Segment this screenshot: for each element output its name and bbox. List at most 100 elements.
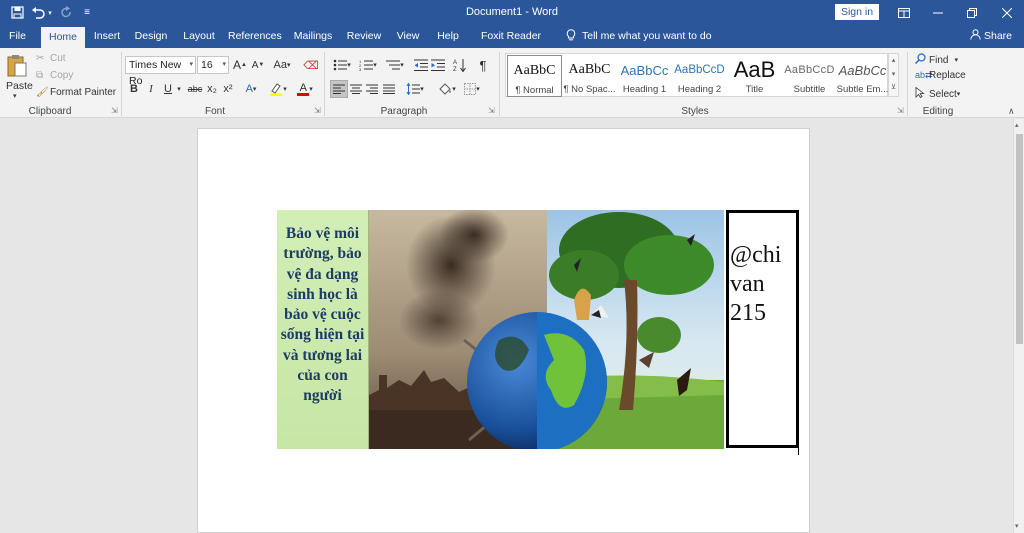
tab-mailings[interactable]: Mailings — [292, 25, 334, 48]
tab-design[interactable]: Design — [132, 25, 170, 48]
change-case-button[interactable]: Aa ▾ — [270, 56, 294, 74]
format-painter-button[interactable]: 🖌 Format Painter — [36, 87, 116, 98]
close-icon[interactable] — [990, 0, 1024, 25]
tab-foxit-reader-pdf[interactable]: Foxit Reader PDF — [474, 25, 548, 65]
paste-button[interactable]: Paste — [6, 80, 33, 92]
italic-button[interactable]: I — [142, 80, 160, 98]
text-effects-button[interactable]: A ▾ — [239, 80, 263, 98]
chevron-down-icon: ▾ — [189, 61, 193, 68]
align-left-icon[interactable] — [330, 80, 348, 98]
tab-insert[interactable]: Insert — [89, 25, 125, 48]
decrease-indent-icon[interactable] — [412, 56, 430, 74]
style-sample: AaBbC — [513, 63, 556, 78]
style-name: ¶ Normal — [515, 85, 554, 96]
cut-button[interactable]: ✂ Cut — [36, 53, 66, 64]
superscript-button[interactable]: x² — [219, 80, 237, 98]
shrink-font-button[interactable]: A ▼ — [249, 56, 267, 74]
more-styles-icon[interactable]: ⊻ — [889, 82, 898, 96]
scroll-up-arrow-icon[interactable]: ▴ — [1015, 121, 1019, 129]
replace-button[interactable]: ab⇄ Replace — [915, 70, 966, 81]
tell-me-search[interactable]: Tell me what you want to do — [566, 25, 712, 48]
shading-button[interactable]: ▾ — [435, 80, 459, 98]
underline-dropdown-icon[interactable]: ▾ — [174, 80, 184, 98]
paste-icon[interactable] — [6, 54, 28, 78]
style-no-spacing[interactable]: AaBbC ¶ No Spac... — [562, 55, 617, 97]
paragraph-group-label: Paragraph — [380, 106, 428, 117]
justify-icon[interactable] — [380, 80, 398, 98]
sign-in-button[interactable]: Sign in — [835, 4, 879, 20]
select-button[interactable]: Select ▾ — [915, 86, 960, 101]
paint-bucket-icon — [439, 82, 451, 95]
tab-home[interactable]: Home — [41, 27, 85, 48]
style-sample: AaBbCcD — [674, 64, 725, 76]
style-title[interactable]: AaB Title — [727, 55, 782, 97]
chevron-down-icon: ▾ — [222, 61, 226, 68]
highlight-color-button[interactable]: ▾ — [265, 80, 291, 98]
shrink-font-icon: A — [251, 59, 259, 71]
separator — [907, 52, 908, 116]
scroll-up-icon[interactable]: ▴ — [889, 54, 898, 68]
collapse-ribbon-icon[interactable]: ∧ — [1008, 106, 1015, 117]
grow-font-button[interactable]: A ▲ — [231, 56, 249, 74]
line-spacing-button[interactable]: ▾ — [403, 80, 427, 98]
scroll-down-arrow-icon[interactable]: ▾ — [1015, 522, 1019, 530]
multilevel-list-button[interactable]: ▾ — [383, 56, 407, 74]
share-button[interactable]: Share — [970, 25, 1012, 48]
numbering-button[interactable]: 1 2 3 ▾ — [356, 56, 380, 74]
tab-view[interactable]: View — [395, 25, 421, 48]
line-spacing-icon — [406, 83, 421, 95]
style-name: Heading 2 — [677, 84, 722, 95]
clipboard-launcher-icon[interactable]: ⇲ — [111, 106, 118, 115]
text-effects-icon: A — [245, 83, 253, 95]
watermark-panel: @chi van 215 — [724, 210, 799, 449]
tab-file[interactable]: File — [4, 25, 31, 48]
font-launcher-icon[interactable]: ⇲ — [314, 106, 321, 115]
style-heading-1[interactable]: AaBbCc Heading 1 — [617, 55, 672, 97]
font-size-combo[interactable]: 16 ▾ — [197, 56, 229, 74]
vertical-scrollbar[interactable]: ▴ ▾ — [1013, 119, 1024, 533]
tab-review[interactable]: Review — [346, 25, 382, 48]
style-subtle-emphasis[interactable]: AaBbCc Subtle Em... — [835, 55, 890, 97]
copy-icon: ⧉ — [36, 70, 44, 81]
change-case-icon: Aa — [273, 59, 287, 71]
tab-references[interactable]: References — [228, 25, 282, 48]
restore-icon[interactable] — [955, 0, 989, 25]
tab-layout[interactable]: Layout — [179, 25, 219, 48]
style-name: ¶ No Spac... — [563, 84, 616, 95]
show-formatting-marks-button[interactable]: ¶ — [474, 56, 492, 74]
styles-scroll[interactable]: ▴ ▾ ⊻ — [888, 53, 899, 97]
minimize-icon[interactable] — [921, 0, 955, 25]
ribbon-display-options-icon[interactable] — [887, 0, 921, 25]
font-color-button[interactable]: A ▾ — [292, 80, 318, 98]
font-group-label: Font — [204, 106, 225, 117]
scroll-down-icon[interactable]: ▾ — [889, 68, 898, 82]
style-subtitle[interactable]: AaBbCcD Subtitle — [782, 55, 837, 97]
search-icon — [914, 53, 929, 67]
document-picture[interactable]: Bảo vệ môi trường, bảo vệ đa dạng sinh h… — [277, 210, 799, 449]
svg-text:Z: Z — [453, 67, 457, 72]
bold-button[interactable]: B — [125, 80, 143, 98]
scrollbar-thumb[interactable] — [1016, 134, 1023, 344]
svg-text:3: 3 — [359, 67, 362, 71]
sort-icon[interactable]: AZ — [451, 56, 469, 74]
align-right-icon[interactable] — [363, 80, 381, 98]
styles-launcher-icon[interactable]: ⇲ — [897, 106, 904, 115]
find-button[interactable]: Find ▾ — [914, 53, 958, 67]
style-normal[interactable]: AaBbC ¶ Normal — [507, 55, 562, 97]
paste-dropdown-icon[interactable]: ▾ — [13, 92, 17, 100]
paintbrush-icon: 🖌 — [36, 87, 49, 98]
paragraph-launcher-icon[interactable]: ⇲ — [488, 106, 495, 115]
strikethrough-button[interactable]: abc — [186, 80, 204, 98]
grow-font-icon: A — [233, 58, 242, 72]
replace-icon: ab⇄ — [915, 70, 933, 80]
bullets-button[interactable]: ▾ — [330, 56, 354, 74]
style-heading-2[interactable]: AaBbCcD Heading 2 — [672, 55, 727, 97]
increase-indent-icon[interactable] — [429, 56, 447, 74]
copy-button[interactable]: ⧉ Copy — [36, 70, 73, 81]
style-sample: AaBbC — [568, 62, 611, 77]
format-painter-label: Format Painter — [50, 87, 117, 98]
borders-button[interactable]: ▾ — [460, 80, 484, 98]
tab-help[interactable]: Help — [435, 25, 461, 48]
clear-formatting-icon[interactable]: ⌫ — [302, 56, 320, 74]
font-name-combo[interactable]: Times New Ro ▾ — [125, 56, 196, 87]
